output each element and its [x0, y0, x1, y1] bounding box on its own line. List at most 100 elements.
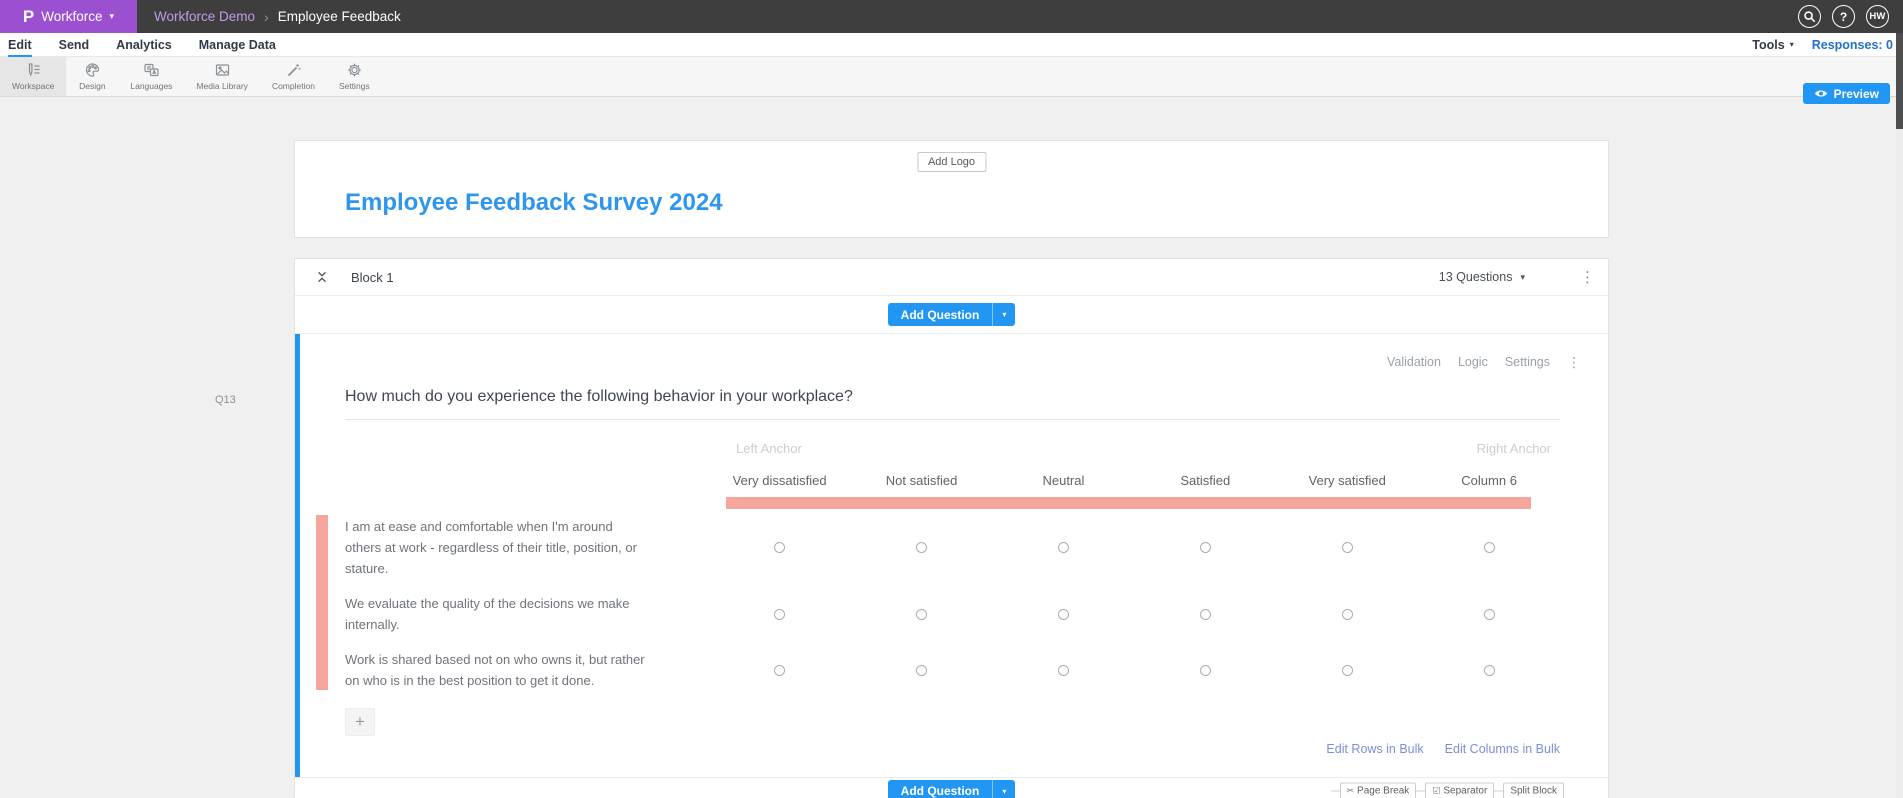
settings-menu-item[interactable]: Settings	[1505, 355, 1550, 369]
radio-button[interactable]	[774, 664, 786, 676]
qualtrics-logo: P	[22, 7, 35, 26]
breadcrumb-project-link[interactable]: Workforce Demo	[154, 9, 255, 24]
tab-analytics[interactable]: Analytics	[116, 33, 172, 57]
matrix-rows: I am at ease and comfortable when I'm ar…	[316, 509, 1560, 698]
scissors-icon: ✂	[1346, 785, 1355, 796]
tools-menu[interactable]: Tools ▾	[1752, 38, 1793, 52]
toolbar-item-workspace[interactable]: Workspace	[0, 57, 67, 96]
tab-send[interactable]: Send	[59, 33, 90, 57]
breadcrumb: Workforce Demo › Employee Feedback	[154, 9, 401, 25]
matrix-column-headers: Very dissatisfied Not satisfied Neutral …	[345, 473, 1560, 488]
radio-button[interactable]	[1483, 664, 1495, 676]
add-question-dropdown-button[interactable]: ▾	[992, 779, 1016, 798]
logic-menu-item[interactable]: Logic	[1458, 355, 1488, 369]
radio-button[interactable]	[1341, 542, 1353, 553]
toolbar-item-settings[interactable]: Settings	[327, 57, 382, 96]
row-statement[interactable]: We evaluate the quality of the decisions…	[345, 593, 709, 635]
matrix-row-1: I am at ease and comfortable when I'm ar…	[345, 509, 1560, 586]
breadcrumb-current-survey: Employee Feedback	[277, 9, 401, 24]
edit-rows-in-bulk-link[interactable]: Edit Rows in Bulk	[1326, 742, 1423, 756]
tab-manage-data[interactable]: Manage Data	[199, 33, 276, 57]
responses-count[interactable]: Responses: 0	[1812, 38, 1893, 52]
question-text[interactable]: How much do you experience the following…	[345, 334, 1560, 406]
right-anchor-label[interactable]: Right Anchor	[1477, 441, 1551, 456]
chevron-down-icon: ▾	[1789, 39, 1794, 49]
column-spacer	[345, 473, 709, 488]
nav-right: Tools ▾ Responses: 0	[1752, 38, 1893, 52]
vertical-scrollbar[interactable]	[1896, 33, 1903, 798]
question-q13[interactable]: Q13 Validation Logic Settings ⋮ How much…	[215, 334, 1608, 777]
add-question-button[interactable]: Add Question	[887, 779, 993, 798]
tab-edit[interactable]: Edit	[8, 33, 32, 57]
preview-button[interactable]: Preview	[1802, 83, 1890, 104]
column-header-1[interactable]: Very dissatisfied	[709, 473, 851, 488]
columns-highlight-bar	[726, 497, 1531, 509]
product-switcher[interactable]: P Workforce ▾	[0, 0, 137, 33]
chevron-down-icon: ▾	[109, 11, 115, 21]
toolbar-item-label: Workspace	[12, 81, 55, 91]
question-count-dropdown[interactable]: 13 Questions ▾	[1439, 270, 1525, 284]
column-header-2[interactable]: Not satisfied	[851, 473, 993, 488]
radio-button[interactable]	[1341, 664, 1353, 676]
column-header-5[interactable]: Very satisfied	[1276, 473, 1418, 488]
chevron-down-icon: ▾	[1002, 310, 1007, 319]
add-question-split-button: Add Question ▾	[887, 303, 1016, 326]
avatar[interactable]: HW	[1866, 5, 1889, 28]
radio-button[interactable]	[1483, 542, 1495, 553]
collapse-block-button[interactable]	[316, 270, 328, 284]
toolbar-item-languages[interactable]: Languages	[118, 57, 184, 96]
radio-button[interactable]	[916, 664, 928, 676]
page-break-label: Page Break	[1357, 785, 1410, 797]
toolbar-item-label: Media Library	[196, 81, 248, 91]
column-header-4[interactable]: Satisfied	[1134, 473, 1276, 488]
column-header-3[interactable]: Neutral	[992, 473, 1134, 488]
left-anchor-label[interactable]: Left Anchor	[736, 441, 802, 456]
split-block-button[interactable]: Split Block	[1503, 782, 1564, 798]
row-statement[interactable]: I am at ease and comfortable when I'm ar…	[345, 516, 709, 579]
survey-title[interactable]: Employee Feedback Survey 2024	[345, 189, 723, 217]
matrix-row-3: Work is shared based not on who owns it,…	[345, 642, 1560, 698]
radio-button[interactable]	[1199, 542, 1211, 553]
row-statement[interactable]: Work is shared based not on who owns it,…	[345, 649, 709, 691]
radio-button[interactable]	[1483, 608, 1495, 620]
block-name[interactable]: Block 1	[351, 270, 394, 285]
radio-button[interactable]	[916, 608, 928, 620]
edit-columns-in-bulk-link[interactable]: Edit Columns in Bulk	[1445, 742, 1560, 756]
radio-button[interactable]	[1199, 664, 1211, 676]
question-options-kebab-icon[interactable]: ⋮	[1567, 355, 1581, 369]
chevron-down-icon: ▾	[1520, 271, 1525, 282]
radio-button[interactable]	[916, 542, 928, 553]
block-options-kebab-icon[interactable]: ⋮	[1580, 270, 1595, 285]
block-structure-buttons: ✂ Page Break ☑ Separator Split Block	[1330, 782, 1564, 798]
toolbar-item-media-library[interactable]: Media Library	[184, 57, 260, 96]
radio-button[interactable]	[774, 608, 786, 620]
separator-button[interactable]: ☑ Separator	[1425, 782, 1495, 798]
split-block-label: Split Block	[1510, 785, 1557, 797]
add-question-dropdown-button[interactable]: ▾	[992, 303, 1016, 326]
validation-menu-item[interactable]: Validation	[1387, 355, 1441, 369]
column-header-6[interactable]: Column 6	[1418, 473, 1560, 488]
page-break-button[interactable]: ✂ Page Break	[1339, 782, 1417, 798]
question-menu: Validation Logic Settings ⋮	[1387, 355, 1581, 369]
toolbar-item-design[interactable]: Design	[66, 57, 118, 96]
toolbar-item-completion[interactable]: Completion	[260, 57, 327, 96]
toolbar-item-label: Design	[79, 81, 106, 91]
add-row-button[interactable]: +	[345, 708, 375, 736]
radio-button[interactable]	[1057, 542, 1069, 553]
add-question-button[interactable]: Add Question	[887, 303, 993, 326]
preview-label: Preview	[1833, 86, 1879, 101]
scrollbar-thumb[interactable]	[1896, 33, 1903, 129]
radio-button[interactable]	[1341, 608, 1353, 620]
radio-button[interactable]	[774, 542, 786, 553]
search-button[interactable]	[1798, 5, 1821, 28]
radio-button[interactable]	[1199, 608, 1211, 620]
radio-button[interactable]	[1057, 608, 1069, 620]
wand-icon	[287, 64, 301, 77]
add-logo-button[interactable]: Add Logo	[916, 152, 987, 172]
tools-label: Tools	[1752, 37, 1785, 52]
radio-button[interactable]	[1057, 664, 1069, 676]
question-count-label: 13 Questions	[1438, 270, 1513, 284]
help-button[interactable]: ?	[1832, 5, 1855, 28]
survey-editor-page: P Workforce ▾ Workforce Demo › Employee …	[0, 0, 1903, 798]
add-question-split-button-bottom: Add Question ▾	[887, 779, 1016, 798]
